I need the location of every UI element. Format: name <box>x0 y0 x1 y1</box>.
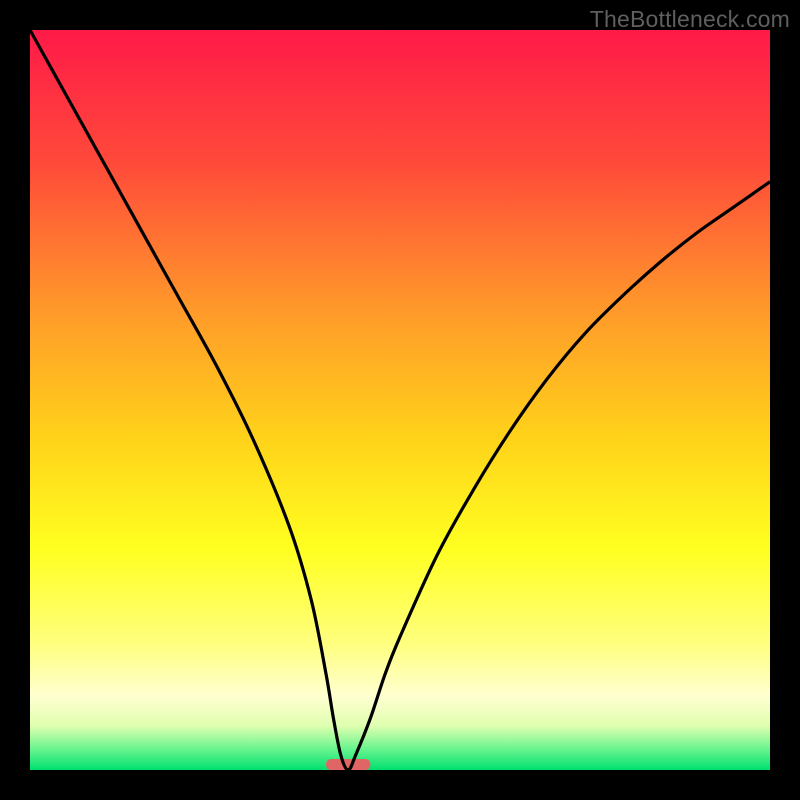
optimal-marker <box>326 759 370 770</box>
watermark-text: TheBottleneck.com <box>590 6 790 33</box>
chart-frame <box>30 30 770 770</box>
bottleneck-chart <box>30 30 770 770</box>
chart-background <box>30 30 770 770</box>
